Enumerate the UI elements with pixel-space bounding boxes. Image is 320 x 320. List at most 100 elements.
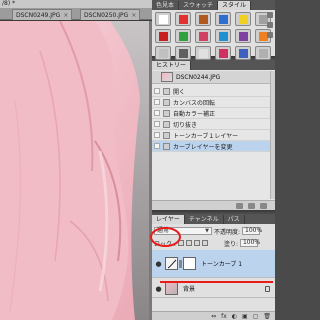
- style-swatch[interactable]: [175, 46, 191, 60]
- layers-footer: ⇔ fx ◐ ▣ ▢ 🗑: [152, 311, 275, 320]
- style-swatch[interactable]: [175, 12, 191, 26]
- style-swatch[interactable]: [195, 29, 211, 43]
- tab-paths[interactable]: パス: [224, 215, 245, 224]
- layer-thumbnail: [165, 282, 178, 295]
- style-swatch[interactable]: [155, 46, 171, 60]
- history-item-label: カンバスの回転: [173, 99, 216, 107]
- panel-icon[interactable]: [267, 12, 273, 18]
- history-item[interactable]: トーンカーブ１レイヤー: [152, 130, 275, 141]
- style-swatch[interactable]: [195, 12, 211, 26]
- eye-icon[interactable]: ●: [154, 284, 163, 293]
- document-tab-label: DSCN0249.JPG: [16, 11, 61, 19]
- history-scrollbar[interactable]: [270, 71, 275, 199]
- style-swatch-color: [258, 48, 268, 58]
- panel-icon[interactable]: [267, 22, 273, 28]
- history-item[interactable]: カンバスの回転: [152, 97, 275, 108]
- style-swatch-grid: [155, 12, 271, 60]
- history-source-checkbox[interactable]: [154, 99, 160, 105]
- document-tab-bar: DSCN0249.JPG × DSCN0250.JPG ×: [0, 8, 152, 20]
- tab-layers[interactable]: レイヤー: [152, 215, 185, 224]
- history-step-icon: [163, 131, 170, 139]
- annotation-underline: [160, 281, 273, 283]
- history-item[interactable]: 切り抜き: [152, 119, 275, 130]
- close-icon[interactable]: ×: [63, 12, 68, 19]
- history-source-checkbox[interactable]: [154, 110, 160, 116]
- group-icon[interactable]: ▢: [253, 313, 259, 320]
- history-source-checkbox[interactable]: [154, 88, 160, 94]
- tab-color[interactable]: 色見本: [152, 1, 180, 10]
- style-swatch[interactable]: [235, 12, 251, 26]
- style-swatch[interactable]: [155, 12, 171, 26]
- style-swatch-color: [218, 14, 228, 24]
- fx-icon[interactable]: fx: [221, 313, 227, 320]
- layers-tab-bar: レイヤー チャンネル パス: [152, 214, 275, 224]
- history-item[interactable]: 開く: [152, 86, 275, 97]
- history-item-label: 切り抜き: [173, 121, 198, 129]
- opacity-field[interactable]: 100%: [242, 227, 263, 235]
- new-document-icon[interactable]: [236, 203, 243, 209]
- style-swatch-color: [198, 31, 208, 41]
- shirt-photo: [0, 21, 149, 320]
- fill-label: 塗り:: [223, 240, 238, 248]
- swatches-tab-bar: 色見本 スウォッチ スタイル: [152, 0, 275, 10]
- eye-icon[interactable]: ●: [154, 259, 163, 268]
- tab-swatches[interactable]: スウォッチ: [179, 1, 219, 10]
- document-tab-dscn0249[interactable]: DSCN0249.JPG ×: [12, 9, 73, 20]
- adjustment-icon[interactable]: ▣: [242, 313, 248, 320]
- style-swatch-color: [238, 31, 248, 41]
- history-source-checkbox[interactable]: [154, 121, 160, 127]
- curves-adjustment-icon: [165, 257, 178, 270]
- fill-field[interactable]: 100%: [239, 239, 260, 247]
- history-item-label: カーブレイヤーを変更: [173, 143, 233, 151]
- photo-canvas[interactable]: [0, 21, 149, 320]
- annotation-circle: [150, 227, 181, 247]
- mask-icon[interactable]: ◐: [232, 313, 237, 320]
- style-swatch-color: [198, 48, 208, 58]
- history-footer: [152, 200, 275, 210]
- history-item-label: 自動カラー補正: [173, 110, 216, 118]
- opacity-value: 100%: [245, 227, 263, 234]
- style-swatch[interactable]: [255, 46, 271, 60]
- style-swatch-color: [218, 48, 228, 58]
- lock-icon: [265, 285, 270, 292]
- history-item-label: トーンカーブ１レイヤー: [173, 132, 239, 140]
- layer-row-tone-curve[interactable]: ● トーンカーブ 1: [152, 250, 275, 278]
- style-swatch[interactable]: [155, 29, 171, 43]
- lock-position-icon[interactable]: [193, 240, 200, 246]
- style-swatch[interactable]: [175, 29, 191, 43]
- layer-name: 背景: [183, 286, 196, 293]
- link-layers-icon[interactable]: ⇔: [211, 313, 216, 320]
- layer-mask-thumbnail[interactable]: [183, 257, 196, 270]
- new-snapshot-icon[interactable]: [248, 203, 255, 209]
- style-swatch-color: [158, 14, 168, 24]
- snapshot-label: DSCN0244.JPG: [176, 73, 221, 81]
- tab-styles[interactable]: スタイル: [218, 1, 252, 10]
- style-swatch[interactable]: [215, 46, 231, 60]
- layer-name: トーンカーブ 1: [201, 261, 243, 268]
- close-icon[interactable]: ×: [131, 12, 136, 19]
- history-item[interactable]: 自動カラー補正: [152, 108, 275, 119]
- history-item[interactable]: カーブレイヤーを変更: [152, 141, 275, 152]
- new-layer-icon[interactable]: 🗑: [263, 313, 271, 320]
- history-snapshot[interactable]: DSCN0244.JPG: [152, 71, 275, 84]
- document-tab-dscn0250[interactable]: DSCN0250.JPG ×: [80, 9, 141, 20]
- tab-history[interactable]: ヒストリー: [152, 61, 192, 70]
- style-swatch[interactable]: [235, 46, 251, 60]
- lock-all-icon[interactable]: [201, 240, 208, 246]
- style-swatch[interactable]: [195, 46, 211, 60]
- style-swatch-color: [198, 14, 208, 24]
- chain-link-icon[interactable]: [179, 259, 182, 268]
- style-swatch-color: [238, 14, 248, 24]
- style-swatch[interactable]: [215, 29, 231, 43]
- trash-icon[interactable]: [260, 203, 267, 209]
- panel-icon[interactable]: [267, 32, 273, 38]
- document-title: /8) *: [0, 0, 152, 8]
- document-tab-label: DSCN0250.JPG: [84, 11, 129, 19]
- lock-image-icon[interactable]: [185, 240, 192, 246]
- history-source-checkbox[interactable]: [154, 132, 160, 138]
- history-source-checkbox[interactable]: [154, 143, 160, 149]
- style-swatch-color: [178, 14, 188, 24]
- tab-channels[interactable]: チャンネル: [185, 215, 224, 224]
- style-swatch[interactable]: [215, 12, 231, 26]
- style-swatch[interactable]: [235, 29, 251, 43]
